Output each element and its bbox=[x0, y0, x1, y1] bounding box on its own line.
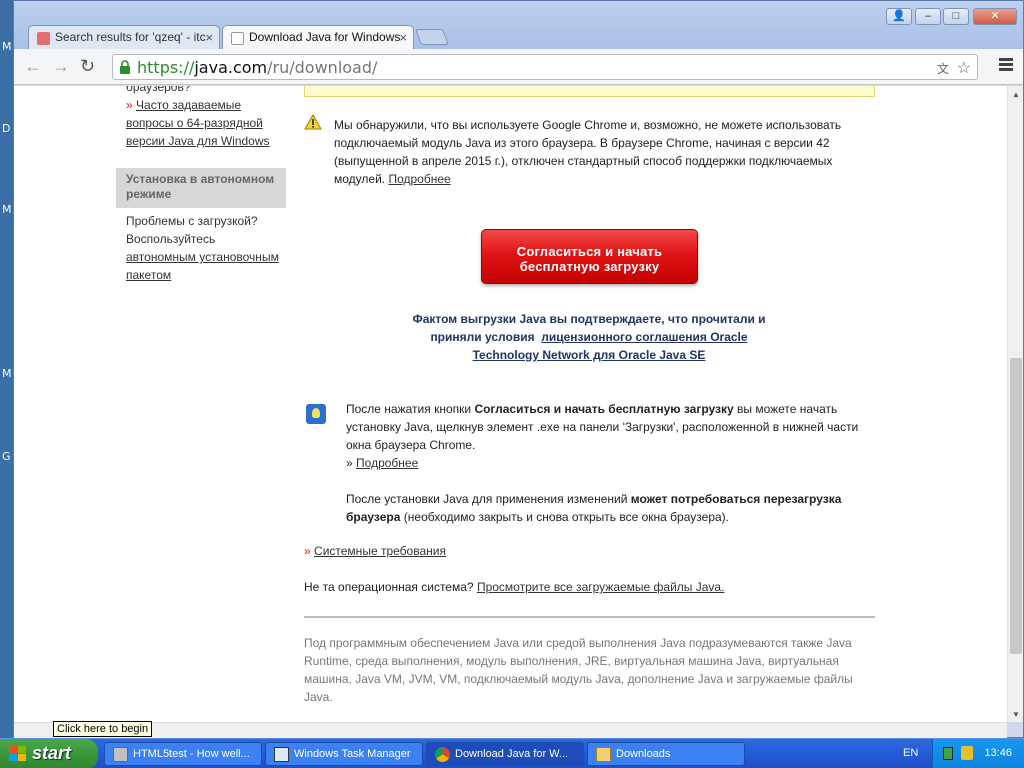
close-window-button[interactable]: ✕ bbox=[973, 8, 1017, 25]
page-viewport: браузеров? » Часто задаваемые вопросы о … bbox=[14, 86, 1007, 722]
tab-close-icon[interactable]: × bbox=[205, 30, 213, 45]
maximize-button[interactable]: □ bbox=[943, 8, 969, 25]
warning-icon bbox=[304, 114, 322, 130]
scroll-up-icon[interactable]: ▲ bbox=[1012, 90, 1020, 99]
task-manager-icon bbox=[274, 747, 289, 762]
translate-icon[interactable]: 文 bbox=[937, 60, 949, 77]
lock-icon bbox=[120, 60, 130, 74]
scrollbar-thumb[interactable] bbox=[1010, 358, 1022, 654]
java-update-icon[interactable] bbox=[961, 746, 973, 760]
url-text: https://java.com/ru/download/ bbox=[137, 58, 378, 77]
image-favicon-icon bbox=[37, 32, 50, 45]
java-favicon-icon bbox=[231, 32, 244, 45]
divider bbox=[304, 616, 875, 618]
chrome-menu-icon[interactable] bbox=[999, 58, 1013, 73]
tray-app-icon[interactable] bbox=[943, 747, 953, 760]
after-click-instructions: После нажатия кнопки Согласиться и начат… bbox=[346, 402, 859, 524]
all-downloads-link[interactable]: Просмотрите все загружаемые файлы Java. bbox=[477, 580, 725, 594]
license-acceptance-text: Фактом выгрузки Java вы подтверждаете, ч… bbox=[412, 312, 766, 362]
vertical-scrollbar[interactable]: ▲ ▼ bbox=[1007, 86, 1023, 722]
notice-box bbox=[304, 86, 875, 97]
system-tray: 13:46 bbox=[932, 739, 1024, 768]
folder-icon bbox=[596, 747, 611, 762]
tab-title: Download Java for Windows bbox=[249, 30, 401, 44]
taskbar-item-chrome[interactable]: Download Java for W... bbox=[426, 742, 584, 766]
back-arrow-icon[interactable]: ← bbox=[24, 57, 42, 75]
scroll-down-icon[interactable]: ▼ bbox=[1012, 710, 1020, 719]
reload-icon[interactable]: ↻ bbox=[80, 57, 95, 75]
faq-prefix: браузеров? bbox=[126, 86, 191, 94]
desktop-icon-label: G bbox=[2, 450, 11, 463]
browser-window: Search results for 'qzeq' - itc × Downlo… bbox=[13, 0, 1024, 738]
new-tab-button[interactable] bbox=[415, 29, 449, 45]
other-os-text: Не та операционная система? Просмотрите … bbox=[304, 580, 725, 594]
language-indicator[interactable]: EN bbox=[903, 747, 918, 759]
browser-toolbar: ← → ↻ https://java.com/ru/download/ 文 ☆ bbox=[14, 49, 1023, 85]
bookmark-star-icon[interactable]: ☆ bbox=[957, 58, 971, 78]
address-bar[interactable]: https://java.com/ru/download/ 文 ☆ bbox=[112, 54, 978, 80]
chrome-warning-text: Мы обнаружили, что вы используете Google… bbox=[334, 118, 842, 186]
horizontal-scrollbar[interactable] bbox=[14, 722, 1007, 738]
offline-installer-link[interactable]: автономным установочным пакетом bbox=[126, 250, 279, 282]
desktop-icon-label: M bbox=[2, 367, 12, 380]
taskbar: start HTML5test - How well... Windows Ta… bbox=[0, 738, 1024, 768]
clock: 13:46 bbox=[984, 747, 1012, 759]
download-problems-text: Проблемы с загрузкой? Воспользуйтесь авт… bbox=[126, 214, 279, 282]
offline-install-heading: Установка в автономном режиме bbox=[116, 168, 286, 208]
minimize-button[interactable]: – bbox=[915, 8, 941, 25]
tab-download-java[interactable]: Download Java for Windows × bbox=[222, 25, 414, 49]
forward-arrow-icon[interactable]: → bbox=[52, 57, 70, 75]
start-tooltip: Click here to begin bbox=[53, 721, 153, 737]
instructions-more-link[interactable]: Подробнее bbox=[356, 456, 418, 470]
desktop-icon-label: M bbox=[2, 203, 12, 216]
taskbar-item-html5test[interactable]: HTML5test - How well... bbox=[104, 742, 262, 766]
tab-search-results[interactable]: Search results for 'qzeq' - itc × bbox=[28, 25, 220, 49]
app-icon bbox=[113, 747, 128, 762]
lightbulb-icon bbox=[306, 404, 326, 424]
tab-close-icon[interactable]: × bbox=[399, 30, 407, 45]
faq-link[interactable]: » Часто задаваемые вопросы о 64-разрядно… bbox=[126, 96, 270, 150]
taskbar-item-downloads[interactable]: Downloads bbox=[587, 742, 745, 766]
user-icon[interactable]: 👤 bbox=[886, 8, 912, 25]
desktop-icon-label: M bbox=[2, 40, 12, 53]
agree-download-button[interactable]: Согласиться и начать бесплатную загрузку bbox=[481, 229, 698, 284]
tab-title: Search results for 'qzeq' - itc bbox=[55, 30, 206, 44]
windows-flag-icon bbox=[9, 746, 26, 761]
warning-more-link[interactable]: Подробнее bbox=[388, 172, 450, 186]
taskbar-item-task-manager[interactable]: Windows Task Manager bbox=[265, 742, 423, 766]
desktop-icon-label: D bbox=[2, 122, 11, 135]
chrome-icon bbox=[435, 747, 450, 762]
start-button[interactable]: start bbox=[0, 739, 98, 768]
title-bar: Search results for 'qzeq' - itc × Downlo… bbox=[14, 1, 1023, 49]
java-terms-footnote: Под программным обеспечением Java или ср… bbox=[304, 636, 853, 704]
system-requirements[interactable]: » Системные требования bbox=[304, 544, 446, 558]
